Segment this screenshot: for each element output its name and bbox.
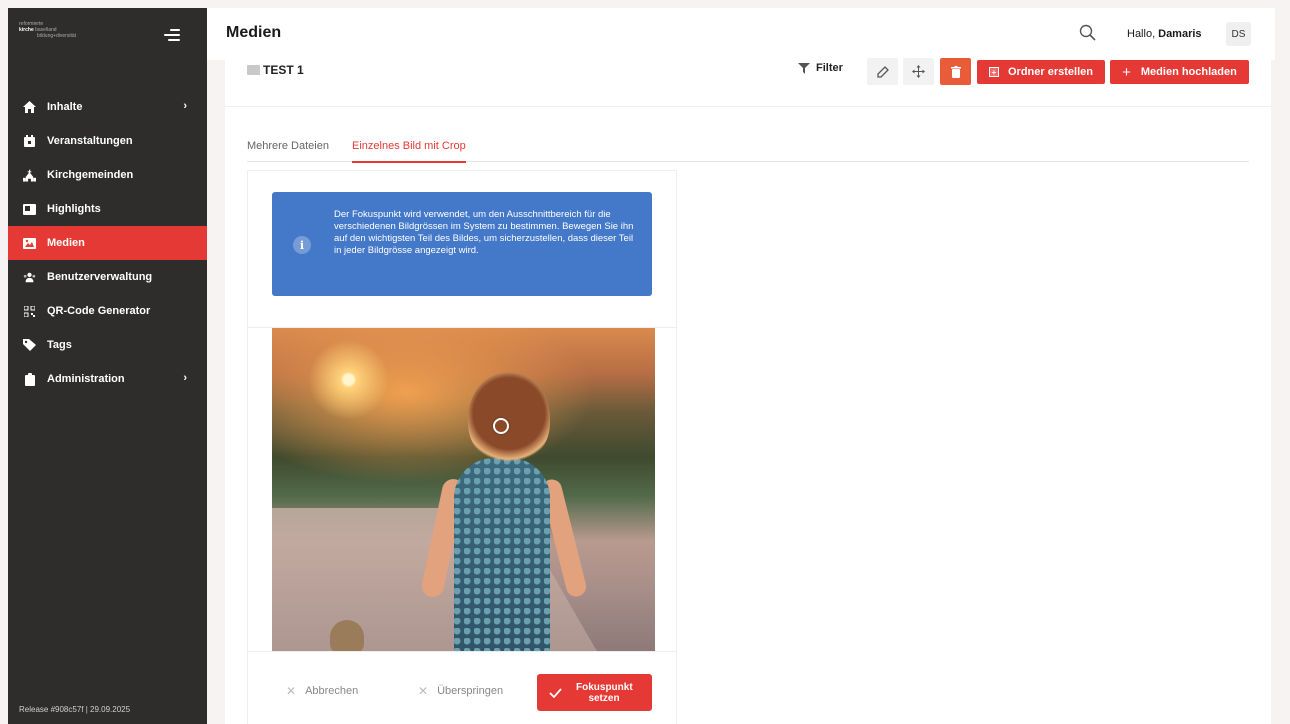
- logo[interactable]: reformierte kirche baselland bildung+div…: [19, 21, 76, 39]
- qr-code-icon: [23, 305, 36, 318]
- move-button[interactable]: [903, 58, 934, 85]
- delete-button[interactable]: [940, 58, 971, 85]
- home-icon: [23, 101, 36, 114]
- calendar-icon: [23, 135, 36, 148]
- cancel-button[interactable]: ✕ Abbrechen: [286, 684, 358, 698]
- edit-icon: [876, 65, 889, 78]
- crop-actions: ✕ Abbrechen ✕ Überspringen Fokuspunkt se…: [248, 651, 676, 724]
- release-info: Release #908c57f | 29.09.2025: [19, 705, 131, 714]
- user-greeting: Hallo, Damaris: [1127, 28, 1202, 40]
- sidebar-item-kirchgemeinden[interactable]: Kirchgemeinden: [8, 158, 207, 192]
- top-header: Medien Hallo, Damaris DS: [207, 8, 1275, 60]
- sidebar-item-qr-code-generator[interactable]: QR-Code Generator: [8, 294, 207, 328]
- filter-icon: [798, 62, 810, 74]
- avatar[interactable]: DS: [1226, 22, 1251, 46]
- info-message: i Der Fokuspunkt wird verwendet, um den …: [272, 192, 652, 296]
- sidebar-item-medien[interactable]: Medien: [8, 226, 207, 260]
- filter-button[interactable]: Filter: [798, 62, 843, 74]
- add-folder-icon: +: [989, 67, 999, 77]
- move-icon: [912, 65, 925, 78]
- church-icon: [23, 168, 36, 182]
- crop-panel: i Der Fokuspunkt wird verwendet, um den …: [247, 170, 677, 724]
- sidebar-item-inhalte[interactable]: Inhalte ›: [8, 90, 207, 124]
- highlight-icon: [23, 203, 36, 216]
- folder-icon: [247, 65, 260, 75]
- sidebar-item-tags[interactable]: Tags: [8, 328, 207, 362]
- close-icon: ✕: [286, 684, 297, 698]
- create-folder-button[interactable]: + Ordner erstellen: [977, 60, 1105, 84]
- tag-icon: [23, 339, 36, 352]
- edit-button[interactable]: [867, 58, 898, 85]
- upload-media-button[interactable]: + Medien hochladen: [1110, 60, 1249, 84]
- search-icon[interactable]: [1079, 24, 1097, 42]
- info-icon: i: [293, 236, 311, 254]
- users-icon: [23, 271, 36, 284]
- check-icon: [549, 687, 562, 698]
- upload-tabs: Mehrere Dateien Einzelnes Bild mit Crop: [247, 137, 1249, 163]
- sidebar-item-veranstaltungen[interactable]: Veranstaltungen: [8, 124, 207, 158]
- skip-button[interactable]: ✕ Überspringen: [418, 684, 503, 698]
- sidebar-item-administration[interactable]: Administration ›: [8, 362, 207, 396]
- set-focus-point-button[interactable]: Fokuspunkt setzen: [537, 674, 652, 711]
- page-title: Medien: [226, 24, 282, 41]
- image-icon: [23, 237, 36, 250]
- tab-mehrere-dateien[interactable]: Mehrere Dateien: [247, 140, 329, 161]
- current-folder: TEST 1: [247, 63, 304, 77]
- image-preview[interactable]: [272, 328, 655, 651]
- media-toolbar: TEST 1 Filter + Ordner erstellen + Medie…: [225, 58, 1271, 107]
- info-text: Der Fokuspunkt wird verwendet, um den Au…: [334, 209, 634, 256]
- sidebar-nav: Inhalte › Veranstaltungen Kirchgemeinden…: [8, 90, 207, 396]
- sidebar: reformierte kirche baselland bildung+div…: [8, 8, 207, 724]
- close-icon: ✕: [418, 684, 429, 698]
- menu-collapse-icon[interactable]: [164, 28, 180, 42]
- clipboard-icon: [23, 372, 36, 386]
- plus-icon: +: [1122, 63, 1131, 81]
- sidebar-item-benutzerverwaltung[interactable]: Benutzerverwaltung: [8, 260, 207, 294]
- tab-einzelnes-bild[interactable]: Einzelnes Bild mit Crop: [352, 140, 466, 163]
- trash-icon: [950, 65, 961, 78]
- chevron-right-icon: ›: [183, 372, 187, 384]
- sidebar-item-highlights[interactable]: Highlights: [8, 192, 207, 226]
- main-content: TEST 1 Filter + Ordner erstellen + Medie…: [225, 58, 1271, 724]
- focus-point-handle[interactable]: [493, 418, 509, 434]
- chevron-right-icon: ›: [183, 100, 187, 112]
